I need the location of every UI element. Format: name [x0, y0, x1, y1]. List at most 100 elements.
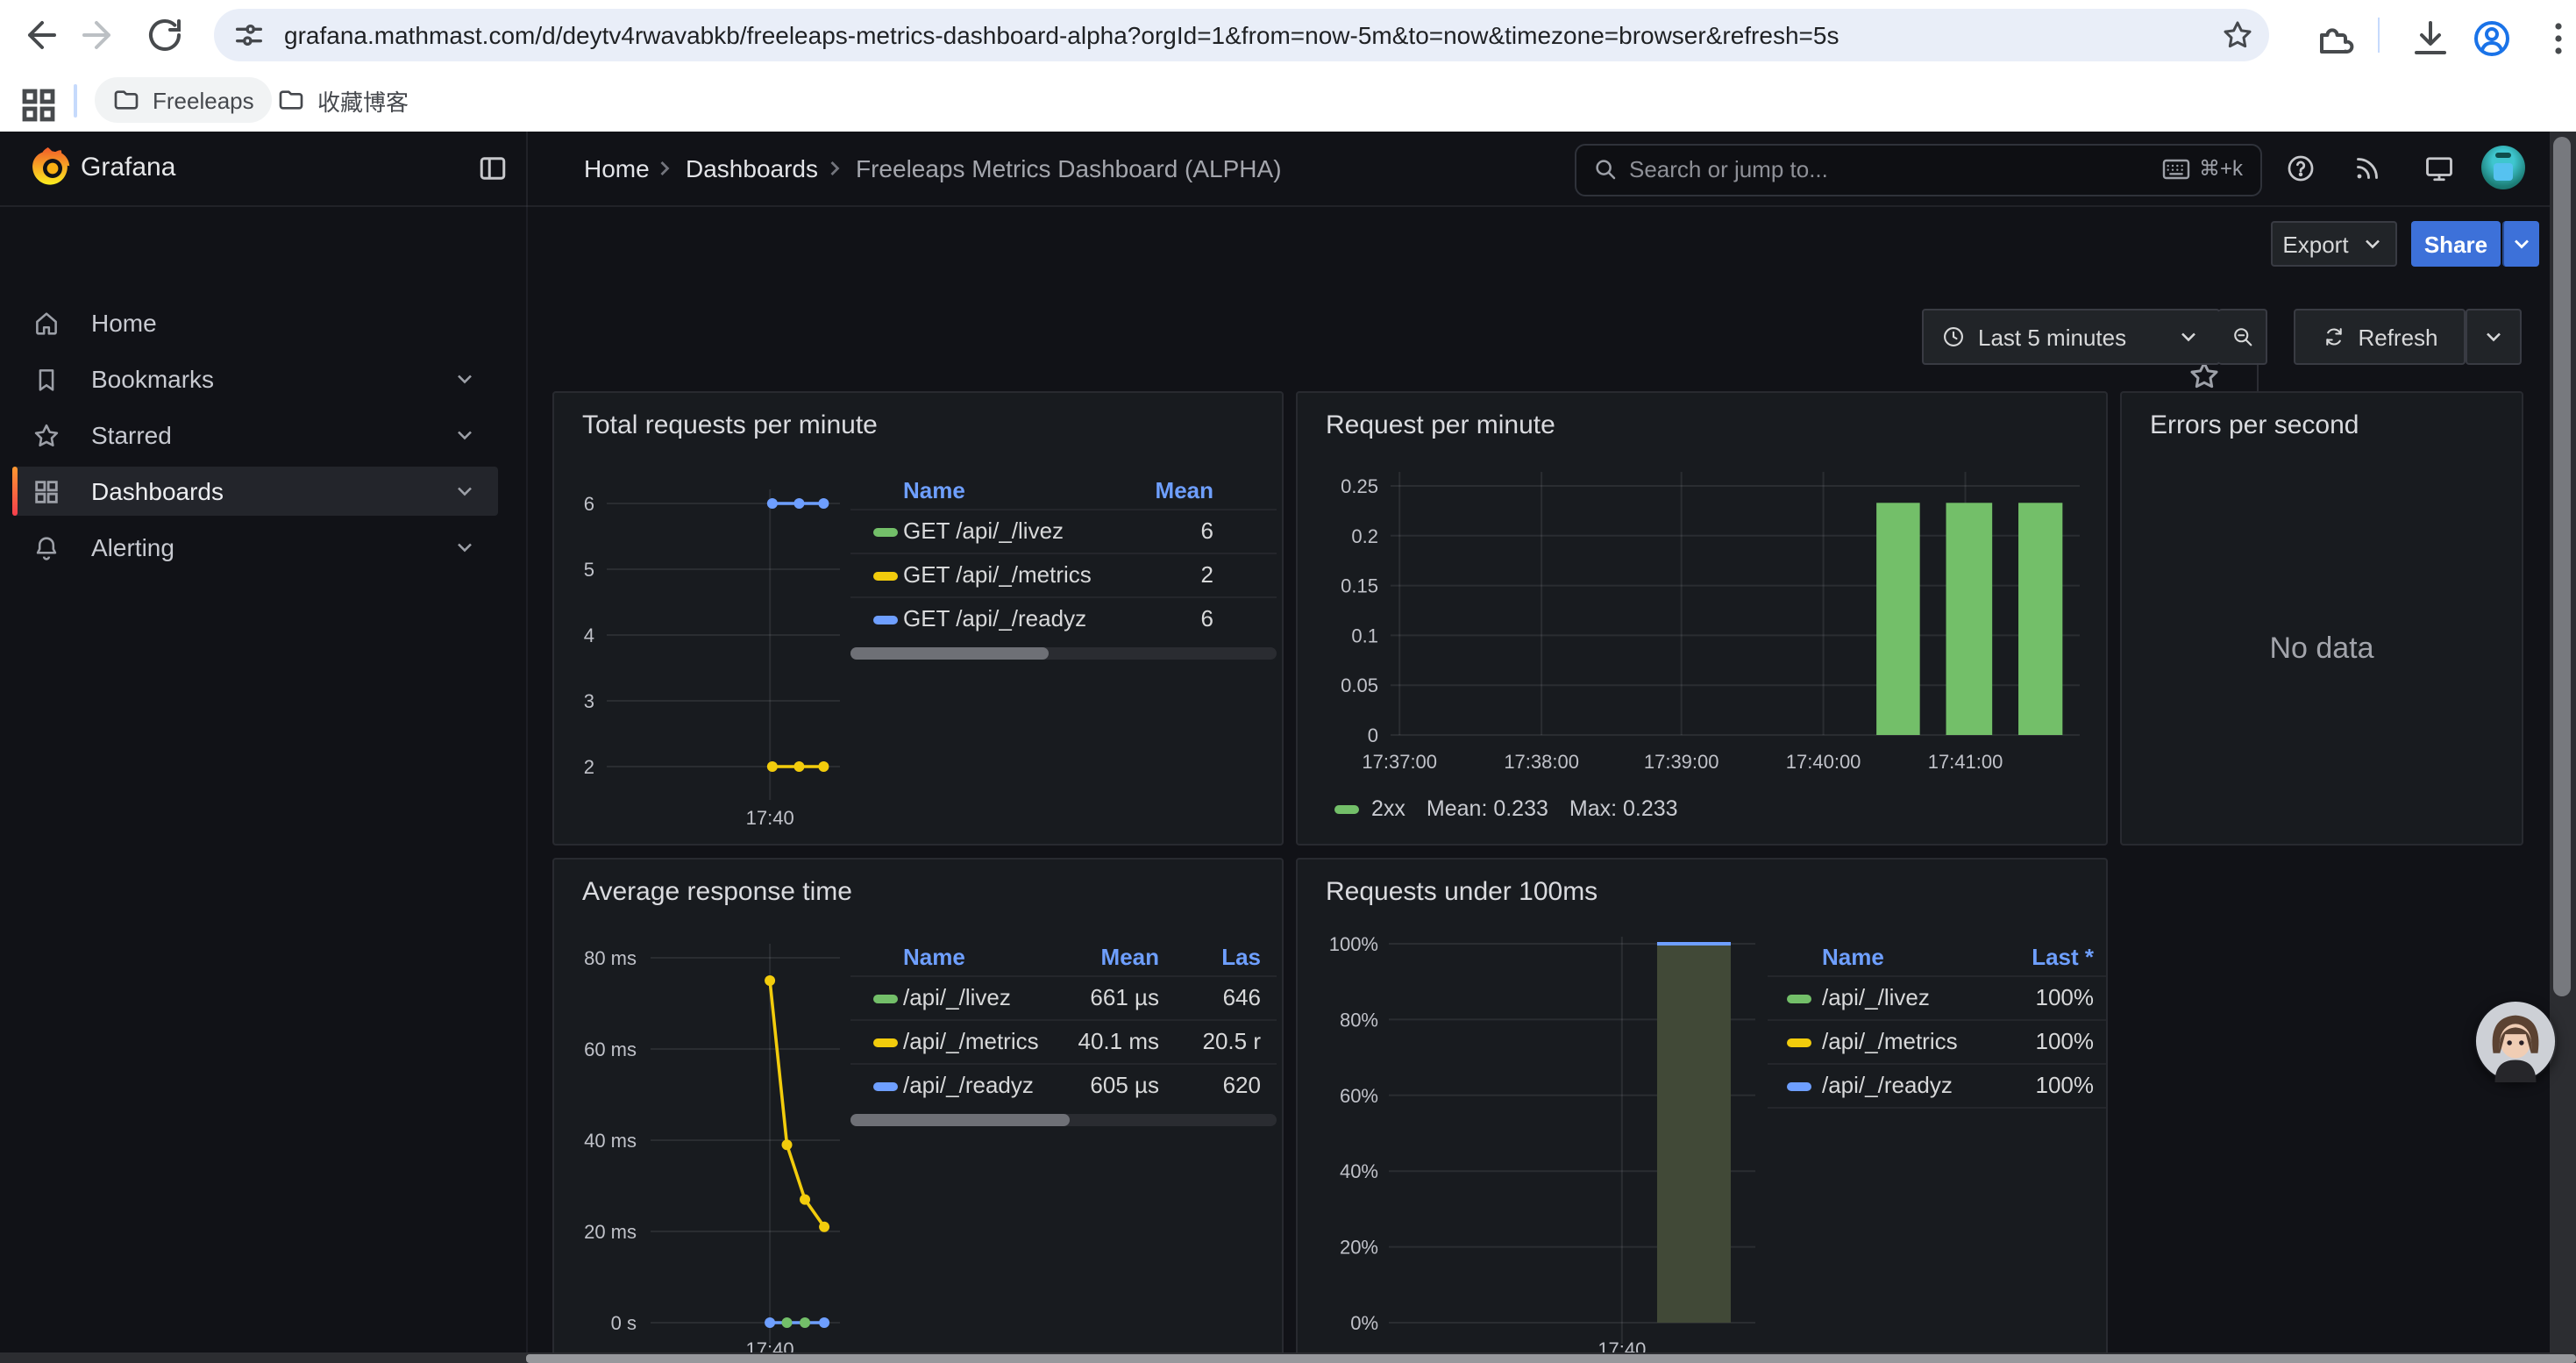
y-tick-label: 80 ms — [584, 947, 637, 969]
legend-row[interactable]: /api/_/livez661 µs646 — [850, 975, 1277, 1019]
panel-title[interactable]: Requests under 100ms — [1326, 877, 1598, 907]
reload-button[interactable] — [144, 14, 186, 56]
legend-line[interactable]: 2xx Mean: 0.233 Max: 0.233 — [1334, 795, 1678, 823]
legend-scrollbar-thumb[interactable] — [850, 647, 1049, 660]
legend-row[interactable]: /api/_/readyz605 µs620 — [850, 1063, 1277, 1107]
apps-grid-button[interactable] — [18, 84, 51, 118]
chrome-divider — [2378, 18, 2380, 53]
forward-button[interactable] — [79, 14, 121, 56]
bar — [2018, 503, 2062, 735]
series-value: 646 — [1180, 984, 1261, 1010]
series-value: 6 — [1108, 517, 1213, 544]
export-label: Export — [2282, 231, 2348, 257]
horizontal-scrollbar-thumb[interactable] — [526, 1354, 2576, 1363]
series-swatch — [873, 1038, 898, 1047]
legend-header-name[interactable]: Name — [903, 477, 965, 503]
assistant-avatar-widget[interactable] — [2474, 1000, 2557, 1082]
panel-title[interactable]: Average response time — [582, 877, 852, 907]
url-text[interactable]: grafana.mathmast.com/d/deytv4rwavabkb/fr… — [284, 21, 1839, 49]
breadcrumb-dashboards[interactable]: Dashboards — [686, 154, 818, 182]
legend-row[interactable]: /api/_/livez100% — [1768, 975, 2108, 1019]
chevron-down-icon[interactable] — [452, 535, 477, 560]
vertical-scrollbar-thumb[interactable] — [2553, 137, 2571, 996]
series-swatch — [873, 995, 898, 1003]
legend-header-value[interactable]: Mean — [1108, 477, 1213, 503]
user-avatar[interactable] — [2481, 146, 2525, 189]
zoom-out-button[interactable] — [2218, 309, 2267, 365]
legend-row[interactable]: /api/_/readyz100% — [1768, 1063, 2108, 1107]
site-info-icon[interactable] — [231, 18, 267, 53]
legend-header-value[interactable]: Last * — [1971, 944, 2094, 970]
chevron-down-icon[interactable] — [452, 479, 477, 503]
series-swatch — [1787, 995, 1811, 1003]
profile-button[interactable] — [2471, 18, 2506, 53]
share-button[interactable]: Share — [2411, 221, 2501, 267]
legend-scrollbar-track — [850, 1114, 1277, 1126]
panel-total-requests: 6543217:40 Total requests per minute Nam… — [552, 391, 1284, 846]
legend-header-name[interactable]: Name — [1822, 944, 1884, 970]
monitor-button[interactable] — [2423, 153, 2455, 184]
sidebar-item-starred[interactable]: Starred — [12, 410, 498, 460]
sidebar-item-bookmarks[interactable]: Bookmarks — [12, 354, 498, 403]
legend-row[interactable]: GET /api/_/readyz6 — [850, 596, 1277, 640]
legend-header-value[interactable]: Mean — [1054, 944, 1159, 970]
back-button[interactable] — [18, 14, 60, 56]
bookmark-folder-freeleaps[interactable]: Freeleaps — [95, 77, 272, 123]
search-box[interactable]: Search or jump to... ⌘+k — [1575, 144, 2262, 196]
sidebar-item-alerting[interactable]: Alerting — [12, 523, 498, 572]
extensions-button[interactable] — [2313, 18, 2348, 53]
bookmark-folder-blogs[interactable]: 收藏博客 — [260, 77, 426, 123]
legend-header-row: Name Last * — [1768, 937, 2108, 975]
folder-icon — [112, 86, 140, 114]
panel-under-100ms: 100%80%60%40%20%0%17:40 Requests under 1… — [1296, 858, 2108, 1363]
download-button[interactable] — [2409, 18, 2444, 53]
legend-table: Name Mean Las/api/_/livez661 µs646/api/_/m… — [850, 937, 1277, 1126]
series-name: /api/_/readyz — [1822, 1072, 1953, 1098]
no-data-message: No data — [2122, 632, 2522, 667]
export-button[interactable]: Export — [2271, 221, 2397, 267]
series-point — [793, 761, 804, 772]
legend-row[interactable]: GET /api/_/metrics2 — [850, 553, 1277, 596]
breadcrumb-home[interactable]: Home — [584, 154, 650, 182]
bookmarks-bar: Freeleaps 收藏博客 — [0, 70, 2576, 132]
series-name: GET /api/_/readyz — [903, 605, 1086, 632]
sidebar-item-label: Starred — [91, 421, 172, 449]
bookmark-star-button[interactable] — [2220, 18, 2255, 53]
legend-row[interactable]: /api/_/metrics100% — [1768, 1019, 2108, 1063]
legend-header-name[interactable]: Name — [903, 944, 965, 970]
chevron-down-icon — [2361, 232, 2386, 256]
legend-row[interactable]: /api/_/metrics40.1 ms20.5 r — [850, 1019, 1277, 1063]
panel-title[interactable]: Errors per second — [2150, 410, 2359, 440]
panel-title[interactable]: Total requests per minute — [582, 410, 878, 440]
series-value: 2 — [1108, 561, 1213, 588]
series-swatch — [1334, 804, 1359, 813]
sidebar-item-dashboards[interactable]: Dashboards — [12, 467, 498, 516]
chevron-down-icon[interactable] — [452, 423, 477, 447]
help-button[interactable] — [2285, 153, 2316, 184]
search-placeholder: Search or jump to... — [1629, 156, 1828, 182]
brand-label[interactable]: Grafana — [81, 153, 175, 182]
series-value: 40.1 ms — [1054, 1028, 1159, 1054]
address-bar[interactable]: grafana.mathmast.com/d/deytv4rwavabkb/fr… — [214, 9, 2269, 61]
time-range-button[interactable]: Last 5 minutes — [1922, 309, 2220, 365]
series-value: 620 — [1180, 1072, 1261, 1098]
panel-avg-response-time: 80 ms60 ms40 ms20 ms0 s17:40 Average res… — [552, 858, 1284, 1363]
series-name: GET /api/_/livez — [903, 517, 1064, 544]
sidebar-toggle-button[interactable] — [477, 153, 509, 184]
refresh-button[interactable]: Refresh — [2294, 309, 2466, 365]
share-caret-button[interactable] — [2502, 221, 2539, 267]
chevron-right-icon — [822, 156, 847, 181]
browser-menu-button[interactable] — [2537, 18, 2572, 53]
active-accent — [12, 467, 18, 516]
legend-scrollbar-thumb[interactable] — [850, 1114, 1070, 1126]
chevron-down-icon[interactable] — [452, 367, 477, 391]
legend-header-value[interactable]: Las — [1180, 944, 1261, 970]
sidebar-item-home[interactable]: Home — [12, 298, 498, 347]
legend-row[interactable]: GET /api/_/livez 6 — [850, 509, 1277, 553]
panel-request-per-minute: 0.250.20.150.10.05017:37:0017:38:0017:39… — [1296, 391, 2108, 846]
panel-title[interactable]: Request per minute — [1326, 410, 1555, 440]
y-tick-label: 0% — [1350, 1312, 1378, 1334]
y-tick-label: 4 — [584, 624, 594, 646]
refresh-caret-button[interactable] — [2466, 309, 2522, 365]
news-button[interactable] — [2352, 153, 2383, 184]
